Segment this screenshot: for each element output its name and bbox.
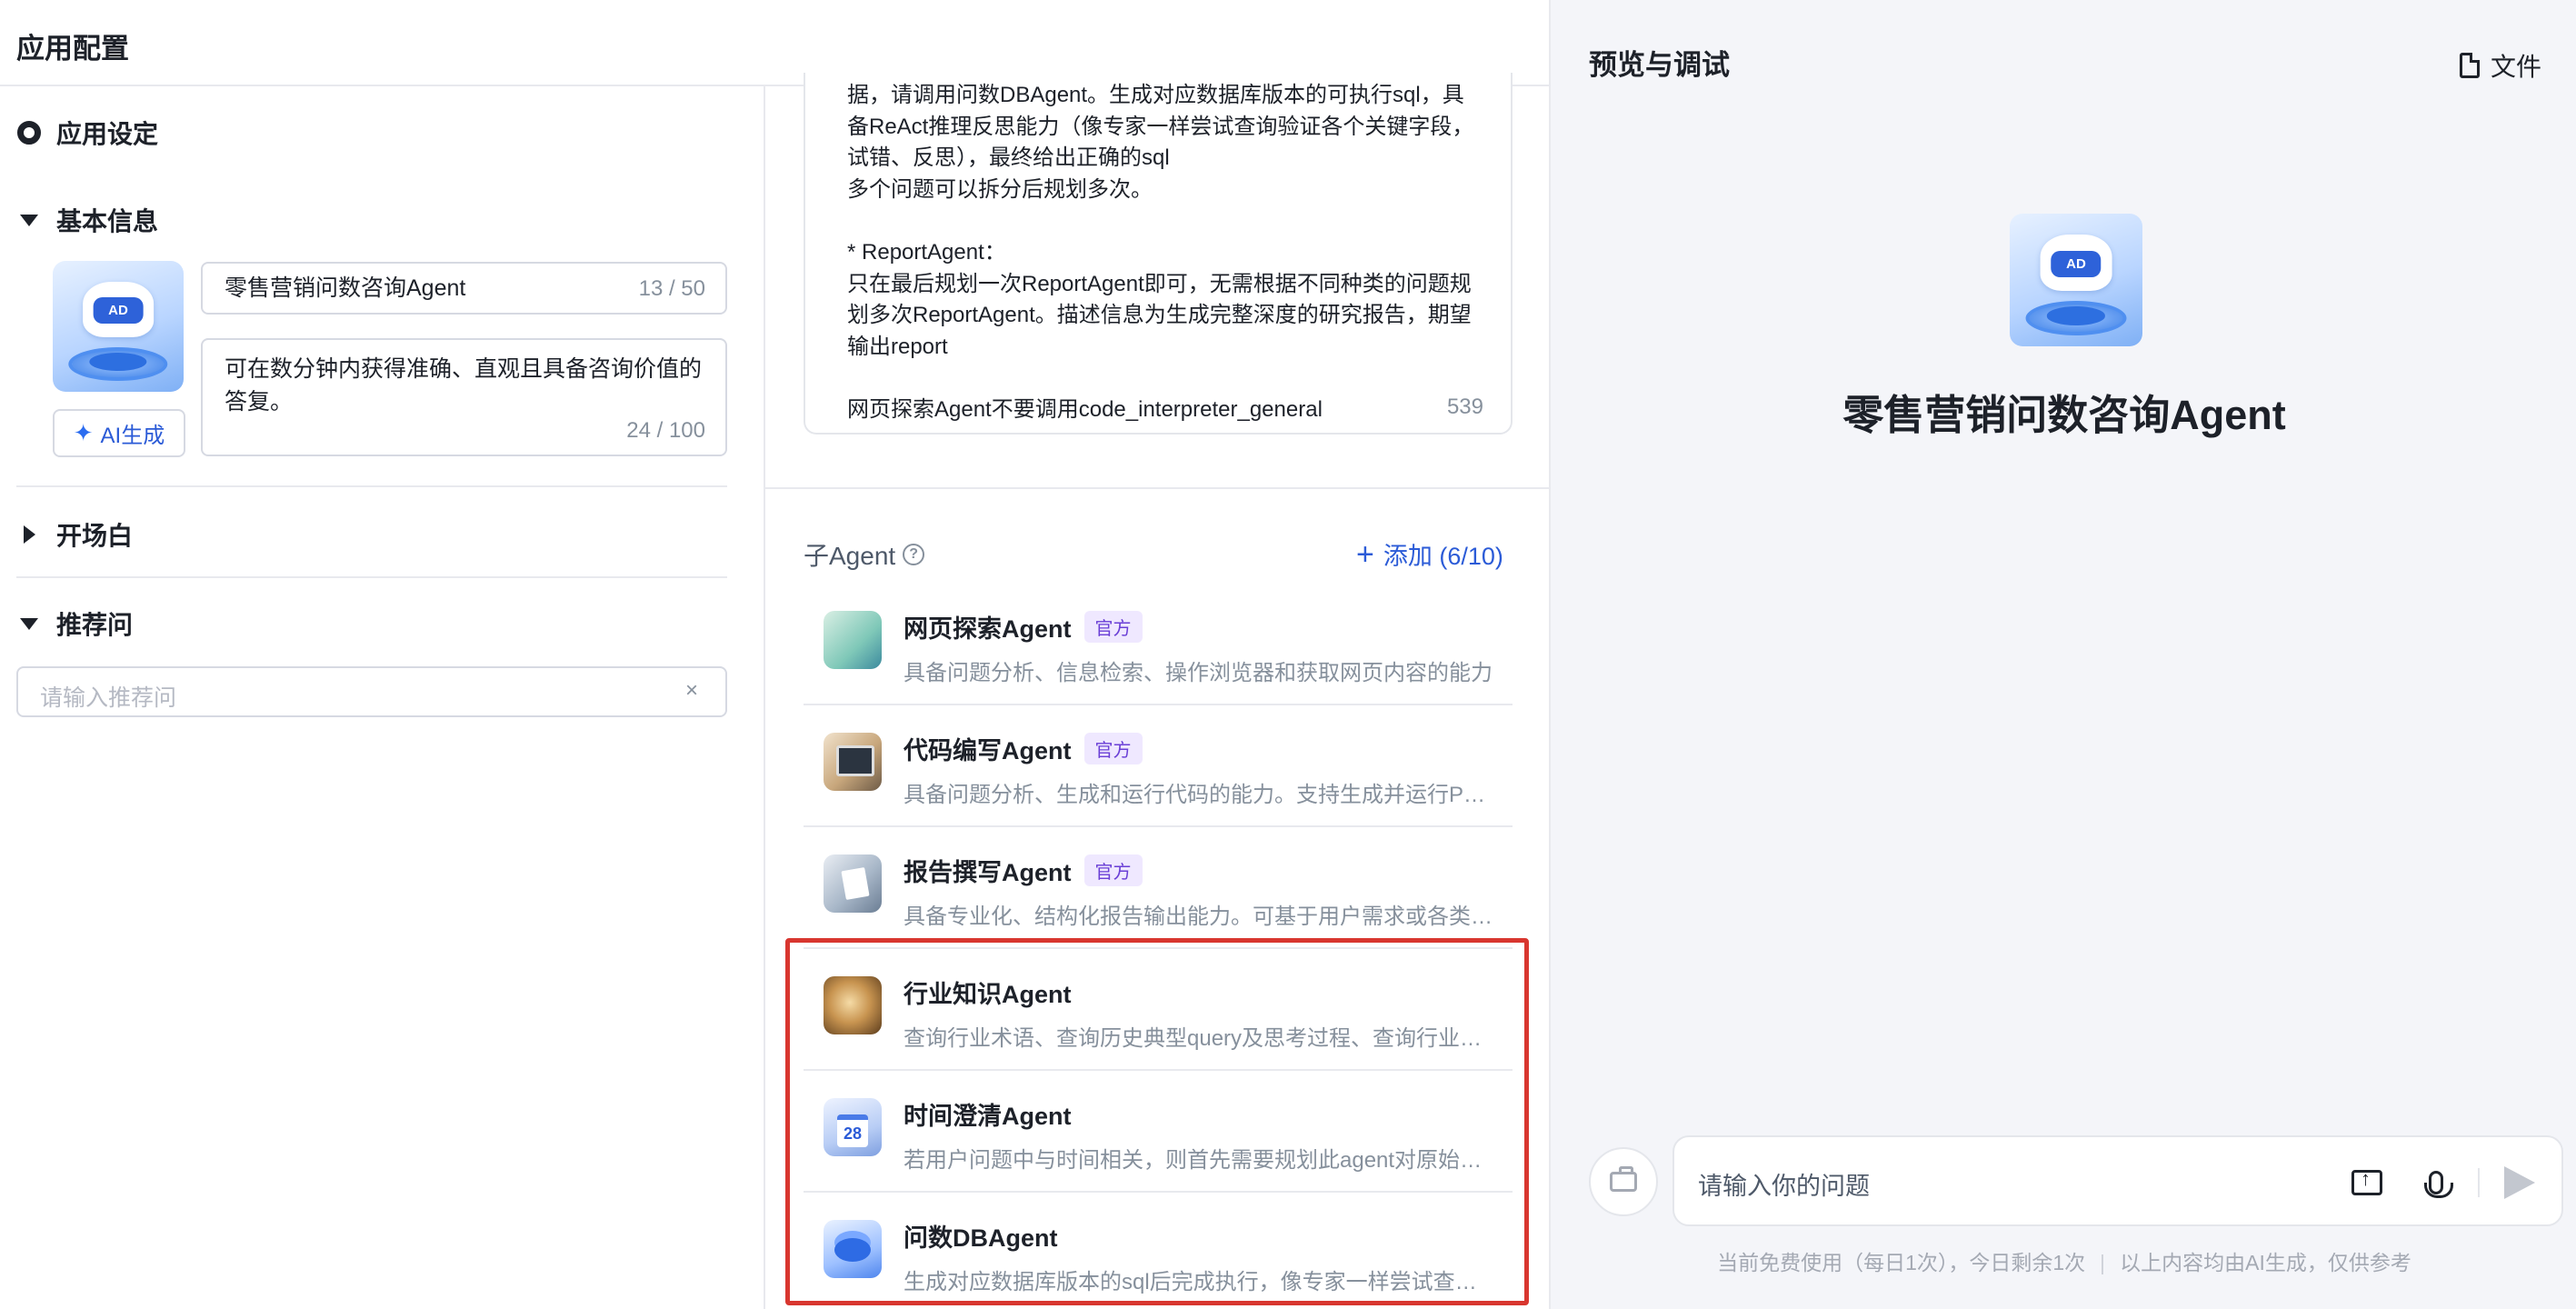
- recommend-toggle[interactable]: 推荐问: [16, 605, 133, 642]
- web-agent-icon: [824, 611, 882, 669]
- ai-generate-button[interactable]: ✦ AI生成: [53, 409, 185, 457]
- toolbox-button[interactable]: [1589, 1147, 1658, 1216]
- sub-agent-desc: 具备专业化、结构化报告输出能力。可基于用户需求或各类信息生成报告: [904, 904, 1494, 929]
- caret-down-icon: [16, 611, 42, 636]
- page-title: 应用配置: [16, 33, 129, 65]
- sub-agent-item[interactable]: 行业知识Agent 查询行业术语、查询历史典型query及思考过程、查询行业知识: [804, 949, 1513, 1071]
- chat-input[interactable]: 请输入你的问题: [1672, 1135, 2563, 1226]
- app-config-panel: 应用配置 应用设定 基本信息 AD ✦ AI生成 零售营销问数咨询Agent 1…: [0, 0, 1549, 1309]
- file-icon: [2459, 53, 2480, 78]
- app-name-input[interactable]: 零售营销问数咨询Agent 13 / 50: [201, 262, 727, 315]
- settings-icon: [16, 120, 42, 145]
- preview-agent-name: 零售营销问数咨询Agent: [1842, 392, 2286, 438]
- sub-agent-desc: 具备问题分析、生成和运行代码的能力。支持生成并运行Python代码: [904, 783, 1494, 807]
- official-badge: 官方: [1083, 854, 1143, 886]
- help-icon[interactable]: ?: [903, 544, 925, 565]
- sub-agent-name: 行业知识Agent: [904, 981, 1072, 1008]
- chat-input-placeholder: 请输入你的问题: [1698, 1173, 1870, 1200]
- sparkle-icon: ✦: [73, 419, 94, 446]
- usage-footnote: 当前免费使用（每日1次），今日剩余1次 以上内容均由AI生成，仅供参考: [1717, 1251, 2411, 1274]
- opening-toggle[interactable]: 开场白: [16, 516, 133, 553]
- sub-agent-name: 网页探索Agent: [904, 615, 1072, 643]
- app-name-value: 零售营销问数咨询Agent: [225, 275, 466, 301]
- prompt-char-count: 539: [1446, 395, 1483, 419]
- sub-agent-item[interactable]: 时间澄清Agent 若用户问题中与时间相关，则首先需要规划此agent对原始问题…: [804, 1071, 1513, 1193]
- sub-agent-item[interactable]: 代码编写Agent 官方 具备问题分析、生成和运行代码的能力。支持生成并运行Py…: [804, 705, 1513, 827]
- send-icon[interactable]: [2501, 1164, 2538, 1201]
- upload-icon[interactable]: [2349, 1164, 2385, 1201]
- sub-agent-name: 代码编写Agent: [904, 737, 1072, 764]
- caret-right-icon: [16, 522, 42, 547]
- sub-agent-name: 报告撰写Agent: [904, 859, 1072, 886]
- calendar-icon: [824, 1098, 882, 1156]
- sub-agent-desc: 若用户问题中与时间相关，则首先需要规划此agent对原始问题进行时间澄清: [904, 1148, 1494, 1173]
- sub-agent-name: 问数DBAgent: [904, 1224, 1058, 1252]
- clear-icon[interactable]: ×: [685, 678, 698, 704]
- sub-agent-item[interactable]: 问数DBAgent 生成对应数据库版本的sql后完成执行，像专家一样尝试查询验证: [804, 1193, 1513, 1309]
- column-divider: [764, 86, 765, 1309]
- avatar-visor: AD: [2051, 250, 2102, 278]
- caret-down-icon: [16, 207, 42, 233]
- preview-avatar: AD: [2010, 214, 2142, 346]
- recommend-question-input[interactable]: 请输入推荐问 ×: [16, 666, 727, 717]
- sub-agent-item[interactable]: 网页探索Agent 官方 具备问题分析、信息检索、操作浏览器和获取网页内容的能力: [804, 584, 1513, 705]
- prompt-editor[interactable]: 据，请调用问数DBAgent。生成对应数据库版本的可执行sql，具备ReAct推…: [804, 73, 1513, 435]
- file-button[interactable]: 文件: [2459, 47, 2541, 84]
- sub-agent-item[interactable]: 报告撰写Agent 官方 具备专业化、结构化报告输出能力。可基于用户需求或各类信…: [804, 827, 1513, 949]
- briefcase-icon: [1610, 1166, 1637, 1192]
- code-agent-icon: [824, 733, 882, 791]
- microphone-icon[interactable]: [2418, 1164, 2454, 1201]
- official-badge: 官方: [1083, 733, 1143, 764]
- add-sub-agent-button[interactable]: + 添加 (6/10): [1356, 536, 1503, 572]
- divider: [16, 576, 727, 578]
- prompt-text[interactable]: 据，请调用问数DBAgent。生成对应数据库版本的可执行sql，具备ReAct推…: [847, 80, 1483, 426]
- industry-agent-icon: [824, 976, 882, 1034]
- preview-title: 预览与调试: [1589, 49, 1730, 81]
- basic-info-toggle[interactable]: 基本信息: [16, 202, 158, 238]
- prompt-divider: [765, 487, 1549, 489]
- preview-panel: 预览与调试 文件 AD 零售营销问数咨询Agent 请输入你的问题 当前免费使用…: [1549, 0, 2576, 1309]
- settings-section-title: 应用设定: [16, 115, 158, 151]
- plus-icon: +: [1356, 536, 1374, 572]
- divider: [16, 485, 727, 487]
- database-icon: [824, 1220, 882, 1278]
- app-description-count: 24 / 100: [626, 418, 705, 443]
- official-badge: 官方: [1083, 611, 1143, 643]
- divider: [2478, 1168, 2480, 1197]
- sub-agent-title: 子Agent ?: [804, 536, 925, 573]
- avatar-visor: AD: [93, 297, 144, 325]
- sub-agent-desc: 具备问题分析、信息检索、操作浏览器和获取网页内容的能力: [904, 661, 1493, 685]
- recommend-placeholder: 请输入推荐问: [40, 685, 177, 711]
- app-description-value: 可在数分钟内获得准确、直观且具备咨询价值的答复。: [225, 356, 703, 415]
- report-agent-icon: [824, 854, 882, 913]
- app-avatar[interactable]: AD: [53, 261, 184, 392]
- app-description-input[interactable]: 可在数分钟内获得准确、直观且具备咨询价值的答复。 24 / 100: [201, 338, 727, 456]
- sub-agent-desc: 查询行业术语、查询历史典型query及思考过程、查询行业知识: [904, 1026, 1494, 1051]
- sub-agent-desc: 生成对应数据库版本的sql后完成执行，像专家一样尝试查询验证: [904, 1270, 1494, 1294]
- sub-agent-name: 时间澄清Agent: [904, 1103, 1072, 1130]
- app-name-count: 13 / 50: [638, 276, 705, 301]
